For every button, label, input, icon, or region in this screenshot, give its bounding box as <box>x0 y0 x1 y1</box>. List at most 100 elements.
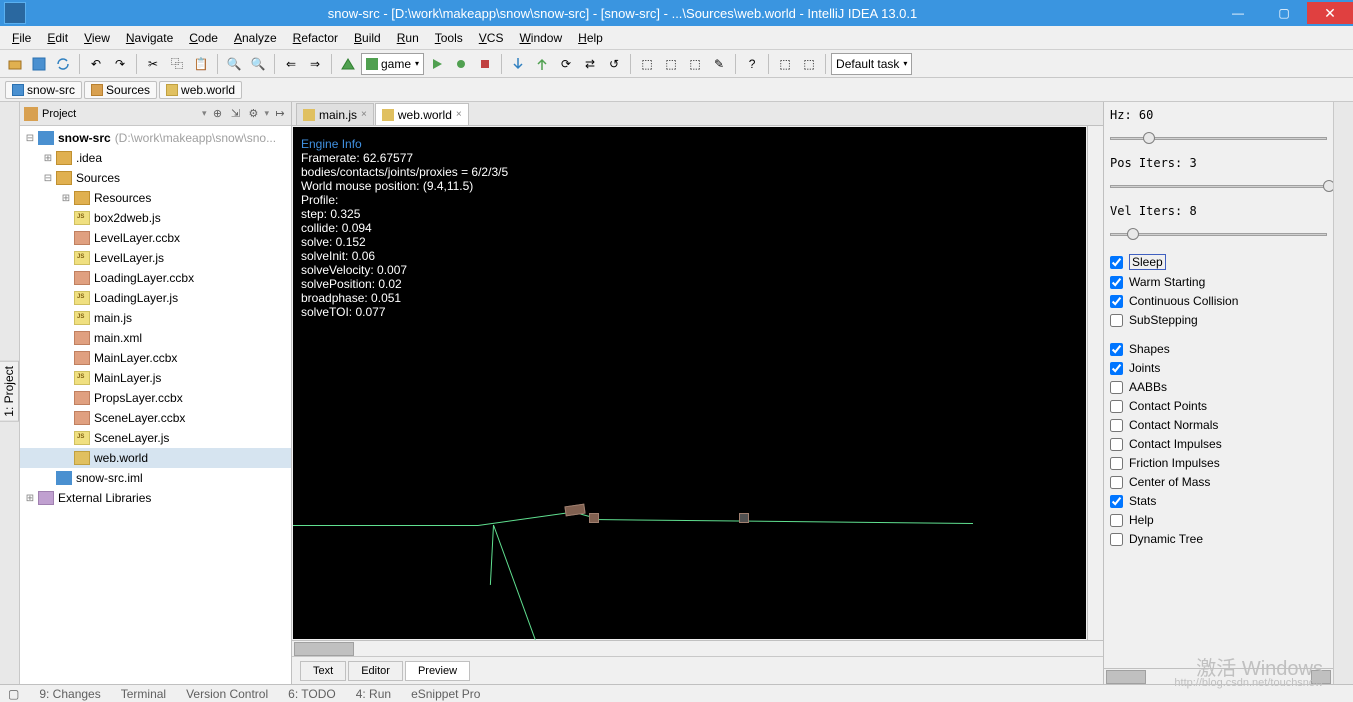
check-contact-normals[interactable]: Contact Normals <box>1110 418 1327 432</box>
tree-item-web.world[interactable]: web.world <box>20 448 291 468</box>
check-contact-impulses[interactable]: Contact Impulses <box>1110 437 1327 451</box>
scroll-to-icon[interactable]: ⊕ <box>210 107 224 121</box>
cut-icon[interactable]: ✂ <box>142 53 164 75</box>
tree-item-box2dweb.js[interactable]: box2dweb.js <box>20 208 291 228</box>
tree-item-SceneLayer.js[interactable]: SceneLayer.js <box>20 428 291 448</box>
check-continuous-collision[interactable]: Continuous Collision <box>1110 294 1327 308</box>
tool-1-icon[interactable]: ⬚ <box>636 53 658 75</box>
default-task-combo[interactable]: Default task▾ <box>831 53 912 75</box>
menu-analyze[interactable]: Analyze <box>226 31 285 45</box>
build-icon[interactable] <box>337 53 359 75</box>
view-tab-text[interactable]: Text <box>300 661 346 681</box>
run-config-combo[interactable]: game▾ <box>361 53 424 75</box>
vcs-update-icon[interactable] <box>507 53 529 75</box>
menu-file[interactable]: File <box>4 31 39 45</box>
tree-item-LevelLayer.js[interactable]: LevelLayer.js <box>20 248 291 268</box>
editor-tab-web.world[interactable]: web.world× <box>375 103 469 125</box>
editor-tab-main.js[interactable]: main.js× <box>296 103 374 125</box>
check-friction-impulses[interactable]: Friction Impulses <box>1110 456 1327 470</box>
check-warm-starting[interactable]: Warm Starting <box>1110 275 1327 289</box>
close-button[interactable]: ✕ <box>1307 2 1353 24</box>
vel-iters-slider[interactable] <box>1110 224 1327 244</box>
check-stats[interactable]: Stats <box>1110 494 1327 508</box>
breadcrumb-snow-src[interactable]: snow-src <box>5 81 82 99</box>
menu-refactor[interactable]: Refactor <box>285 31 346 45</box>
stop-icon[interactable] <box>474 53 496 75</box>
check-aabbs[interactable]: AABBs <box>1110 380 1327 394</box>
tree-item-LevelLayer.ccbx[interactable]: LevelLayer.ccbx <box>20 228 291 248</box>
view-tab-editor[interactable]: Editor <box>348 661 403 681</box>
menu-run[interactable]: Run <box>389 31 427 45</box>
run-icon[interactable] <box>426 53 448 75</box>
status-6--TODO[interactable]: 6: TODO <box>288 687 336 701</box>
tree-item-SceneLayer.ccbx[interactable]: SceneLayer.ccbx <box>20 408 291 428</box>
horizontal-scrollbar[interactable] <box>292 640 1103 656</box>
status-9--Changes[interactable]: 9: Changes <box>39 687 100 701</box>
menu-build[interactable]: Build <box>346 31 389 45</box>
open-icon[interactable] <box>4 53 26 75</box>
ant-icon[interactable]: ⬚ <box>774 53 796 75</box>
menu-window[interactable]: Window <box>511 31 570 45</box>
copy-icon[interactable]: ⿻ <box>166 53 188 75</box>
status-4--Run[interactable]: 4: Run <box>356 687 391 701</box>
redo-icon[interactable]: ↷ <box>109 53 131 75</box>
tree-item-PropsLayer.ccbx[interactable]: PropsLayer.ccbx <box>20 388 291 408</box>
tool-tab-1--Project[interactable]: 1: Project <box>0 361 19 422</box>
menu-vcs[interactable]: VCS <box>471 31 512 45</box>
settings-icon[interactable]: ⚙ <box>246 107 260 121</box>
replace-icon[interactable]: 🔍 <box>247 53 269 75</box>
check-joints[interactable]: Joints <box>1110 361 1327 375</box>
pos-iters-slider[interactable] <box>1110 176 1327 196</box>
hz-slider[interactable] <box>1110 128 1327 148</box>
vcs-revert-icon[interactable]: ↺ <box>603 53 625 75</box>
show-tool-windows-icon[interactable]: ▢ <box>8 687 19 701</box>
check-help[interactable]: Help <box>1110 513 1327 527</box>
tree-item-main.js[interactable]: main.js <box>20 308 291 328</box>
collapse-icon[interactable]: ⇲ <box>228 107 242 121</box>
menu-edit[interactable]: Edit <box>39 31 76 45</box>
tool-3-icon[interactable]: ⬚ <box>684 53 706 75</box>
tree-root[interactable]: ⊟snow-src(D:\work\makeapp\snow\sno... <box>20 128 291 148</box>
forward-icon[interactable]: ⇒ <box>304 53 326 75</box>
find-icon[interactable]: 🔍 <box>223 53 245 75</box>
vcs-diff-icon[interactable]: ⇄ <box>579 53 601 75</box>
help-icon[interactable]: ? <box>741 53 763 75</box>
view-tab-preview[interactable]: Preview <box>405 661 470 681</box>
menu-navigate[interactable]: Navigate <box>118 31 181 45</box>
tree-item-.idea[interactable]: ⊞.idea <box>20 148 291 168</box>
close-tab-icon[interactable]: × <box>361 109 367 120</box>
breadcrumb-web.world[interactable]: web.world <box>159 81 242 99</box>
back-icon[interactable]: ⇐ <box>280 53 302 75</box>
hide-icon[interactable]: ↦ <box>273 107 287 121</box>
check-center-of-mass[interactable]: Center of Mass <box>1110 475 1327 489</box>
minimize-button[interactable]: — <box>1215 2 1261 24</box>
breadcrumb-Sources[interactable]: Sources <box>84 81 157 99</box>
maximize-button[interactable]: ▢ <box>1261 2 1307 24</box>
tree-item-MainLayer.ccbx[interactable]: MainLayer.ccbx <box>20 348 291 368</box>
save-icon[interactable] <box>28 53 50 75</box>
menu-code[interactable]: Code <box>181 31 226 45</box>
check-contact-points[interactable]: Contact Points <box>1110 399 1327 413</box>
ant2-icon[interactable]: ⬚ <box>798 53 820 75</box>
vcs-commit-icon[interactable] <box>531 53 553 75</box>
project-tree[interactable]: ⊟snow-src(D:\work\makeapp\snow\sno...⊞.i… <box>20 126 291 684</box>
tree-item-MainLayer.js[interactable]: MainLayer.js <box>20 368 291 388</box>
check-shapes[interactable]: Shapes <box>1110 342 1327 356</box>
sync-icon[interactable] <box>52 53 74 75</box>
vcs-history-icon[interactable]: ⟳ <box>555 53 577 75</box>
tool-4-icon[interactable]: ✎ <box>708 53 730 75</box>
tool-2-icon[interactable]: ⬚ <box>660 53 682 75</box>
debug-icon[interactable] <box>450 53 472 75</box>
tree-item-LoadingLayer.js[interactable]: LoadingLayer.js <box>20 288 291 308</box>
tree-item-Sources[interactable]: ⊟Sources <box>20 168 291 188</box>
status-Version-Control[interactable]: Version Control <box>186 687 268 701</box>
check-sleep[interactable]: Sleep <box>1110 254 1327 270</box>
tree-item-LoadingLayer.ccbx[interactable]: LoadingLayer.ccbx <box>20 268 291 288</box>
tree-external-libs[interactable]: ⊞External Libraries <box>20 488 291 508</box>
paste-icon[interactable]: 📋 <box>190 53 212 75</box>
undo-icon[interactable]: ↶ <box>85 53 107 75</box>
tree-item-snow-src.iml[interactable]: snow-src.iml <box>20 468 291 488</box>
tree-item-main.xml[interactable]: main.xml <box>20 328 291 348</box>
menu-view[interactable]: View <box>76 31 118 45</box>
status-Terminal[interactable]: Terminal <box>121 687 166 701</box>
